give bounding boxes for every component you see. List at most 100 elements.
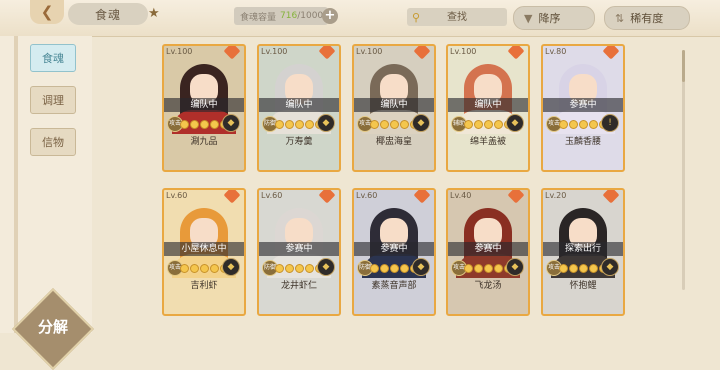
- star-icon: [190, 264, 199, 273]
- add-capacity-button[interactable]: +: [322, 8, 338, 24]
- star-icon: [494, 264, 503, 273]
- star-icon: [210, 120, 219, 129]
- star-icon: [210, 264, 219, 273]
- skill-icon[interactable]: ◆: [506, 258, 524, 276]
- status-badge: 小屋休息中: [164, 242, 244, 256]
- star-icon: [579, 264, 588, 273]
- food-soul-card[interactable]: Lv.40 参赛中 攻击 ◆ 飞龙汤: [446, 188, 530, 316]
- character-name: 万寿羹: [285, 137, 313, 147]
- star-icon: [285, 264, 294, 273]
- character-name: 吉利虾: [190, 281, 218, 291]
- character-name: 玉麟香腰: [564, 137, 601, 147]
- food-soul-card[interactable]: Lv.100 编队中 防御 ◆ 万寿羹: [257, 44, 341, 172]
- character-name: 素蒸音声部: [371, 281, 417, 291]
- sort-rarity-label: 稀有度: [630, 12, 664, 25]
- sort-descending-label: 降序: [538, 12, 561, 25]
- card-footer: [164, 150, 244, 170]
- star-icon: [380, 264, 389, 273]
- star-icon: [474, 120, 483, 129]
- star-icon: [400, 120, 409, 129]
- skill-icon[interactable]: ◆: [222, 258, 240, 276]
- card-footer: [259, 150, 339, 170]
- star-icon: [370, 264, 379, 273]
- nav-token-label: 信物: [42, 136, 64, 149]
- star-icon: [380, 120, 389, 129]
- page-title: 食魂: [68, 3, 148, 25]
- status-badge: 参赛中: [354, 242, 434, 256]
- star-icon: [589, 264, 598, 273]
- food-soul-card[interactable]: Lv.60 参赛中 防御 ◆ 龙井虾仁: [257, 188, 341, 316]
- sort-rarity-button[interactable]: ⇅ 稀有度: [604, 6, 690, 30]
- character-name: 龙井虾仁: [280, 281, 317, 291]
- character-name: 怀抱鲤: [569, 281, 597, 291]
- food-soul-card[interactable]: Lv.100 编队中 辅助 ◆ 绵羊盖被: [446, 44, 530, 172]
- food-soul-card[interactable]: Lv.100 编队中 攻击 ◆ 椰盅海皇: [352, 44, 436, 172]
- status-badge: 探索出行: [543, 242, 623, 256]
- star-icon: [180, 120, 189, 129]
- food-soul-card[interactable]: Lv.80 参赛中 攻击! 玉麟香腰: [541, 44, 625, 172]
- skill-icon[interactable]: ◆: [317, 258, 335, 276]
- star-icon: [275, 120, 284, 129]
- status-badge: 参赛中: [543, 98, 623, 112]
- nav-cooking[interactable]: 调理: [30, 86, 76, 114]
- star-icon: [474, 264, 483, 273]
- star-icon: [190, 120, 199, 129]
- status-badge: 参赛中: [448, 242, 528, 256]
- status-badge: 编队中: [354, 98, 434, 112]
- skill-icon[interactable]: ◆: [222, 114, 240, 132]
- sort-arrows-icon: ⇅: [615, 11, 625, 25]
- status-badge: 编队中: [448, 98, 528, 112]
- back-button[interactable]: ❮: [30, 0, 64, 24]
- left-rail: [14, 36, 18, 333]
- status-badge: 参赛中: [259, 242, 339, 256]
- card-footer: [164, 294, 244, 314]
- star-icon: [589, 120, 598, 129]
- star-icon: [390, 264, 399, 273]
- star-icon: [559, 120, 568, 129]
- status-badge: 编队中: [259, 98, 339, 112]
- search-box[interactable]: ⚲: [407, 8, 507, 26]
- nav-food-soul[interactable]: 食魂: [30, 44, 76, 72]
- food-soul-card[interactable]: Lv.100 编队中 攻击 ◆ 涮九品: [162, 44, 246, 172]
- search-icon: ⚲: [411, 10, 421, 24]
- star-icon: [295, 120, 304, 129]
- nav-cooking-label: 调理: [42, 94, 64, 107]
- nav-food-soul-label: 食魂: [42, 52, 64, 65]
- star-icon: [484, 264, 493, 273]
- skill-icon[interactable]: !: [601, 114, 619, 132]
- card-footer: [448, 294, 528, 314]
- food-soul-card[interactable]: Lv.60 参赛中 防御 ◆ 素蒸音声部: [352, 188, 436, 316]
- back-arrow-icon: ❮: [40, 3, 54, 21]
- star-icon: [464, 120, 473, 129]
- star-icon: [285, 120, 294, 129]
- sort-descending-button[interactable]: ▼ 降序: [513, 6, 595, 30]
- star-icon: [200, 120, 209, 129]
- food-soul-grid: Lv.100 编队中 攻击 ◆ 涮九品 Lv.100 编队中 防御 ◆ 万寿羹 Lv.100 编队中攻…: [92, 36, 720, 333]
- star-icon: [180, 264, 189, 273]
- star-icon: [579, 120, 588, 129]
- search-input[interactable]: [425, 10, 489, 24]
- character-name: 绵羊盖被: [469, 137, 506, 147]
- star-icon: [400, 264, 409, 273]
- scrollbar-thumb[interactable]: [682, 50, 685, 82]
- scrollbar-track[interactable]: [682, 50, 685, 290]
- skill-icon[interactable]: ◆: [317, 114, 335, 132]
- character-name: 椰盅海皇: [375, 137, 412, 147]
- star-icon: [464, 264, 473, 273]
- triangle-down-icon: ▼: [524, 11, 533, 25]
- food-soul-card[interactable]: Lv.20 探索出行 攻击 ◆ 怀抱鲤: [541, 188, 625, 316]
- skill-icon[interactable]: ◆: [506, 114, 524, 132]
- food-soul-card[interactable]: Lv.60 小屋休息中 攻击 ◆ 吉利虾: [162, 188, 246, 316]
- star-icon: [390, 120, 399, 129]
- card-footer: [543, 150, 623, 170]
- skill-icon[interactable]: ◆: [412, 258, 430, 276]
- star-icon: [200, 264, 209, 273]
- character-name: 飞龙汤: [474, 281, 502, 291]
- card-footer: [354, 150, 434, 170]
- status-badge: 编队中: [164, 98, 244, 112]
- skill-icon[interactable]: ◆: [412, 114, 430, 132]
- left-panel: 食魂 调理 信物 分解: [0, 36, 95, 370]
- nav-token[interactable]: 信物: [30, 128, 76, 156]
- skill-icon[interactable]: ◆: [601, 258, 619, 276]
- capacity-indicator: 食魂容量 716 /1000: [234, 7, 328, 25]
